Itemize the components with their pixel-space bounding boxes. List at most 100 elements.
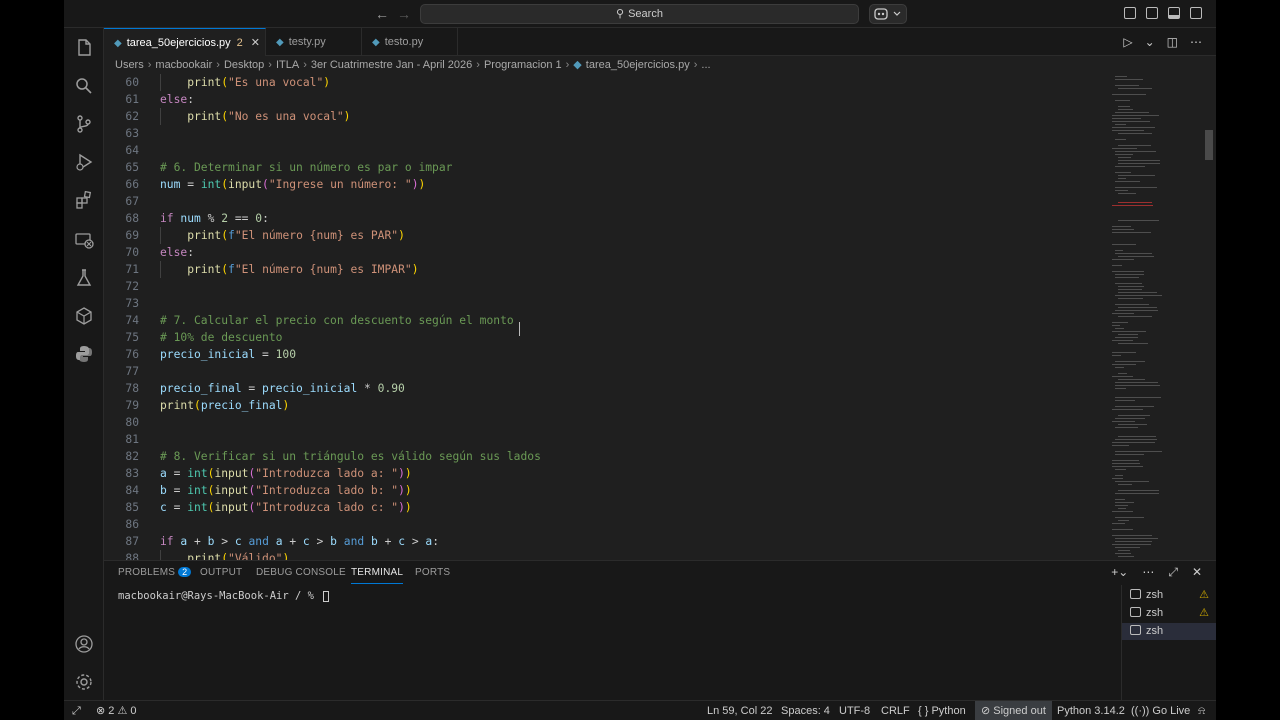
split-editor-icon[interactable]: ◫ — [1167, 35, 1178, 49]
minimap-line — [1115, 451, 1162, 452]
minimap-line — [1112, 463, 1140, 464]
editor-actions: ▷ ⌄ ◫ ⋯ — [1123, 35, 1202, 49]
terminal-output[interactable]: macbookair@Rays-MacBook-Air / % — [118, 590, 330, 602]
breadcrumb-item[interactable]: Programacion 1 — [484, 59, 562, 71]
minimap-line — [1115, 172, 1131, 173]
breadcrumb-item[interactable]: Users — [115, 59, 144, 71]
run-python-file-icon[interactable]: ▷ — [1123, 35, 1132, 49]
tab-terminal[interactable]: TERMINAL — [351, 567, 404, 584]
line-number: 87 — [125, 535, 139, 548]
run-debug-icon[interactable] — [72, 150, 96, 174]
back-arrow-icon[interactable]: ← — [375, 6, 389, 22]
minimap-line — [1118, 550, 1130, 551]
close-icon[interactable]: ✕ — [1192, 565, 1202, 580]
line-ending[interactable]: CRLF — [881, 701, 910, 720]
encoding[interactable]: UTF-8 — [839, 701, 870, 720]
code-line: 68 if num % 2 == 0: — [104, 210, 1109, 227]
minimap-line — [1115, 382, 1158, 383]
tab-tarea-50ejercicios[interactable]: ◆ tarea_50ejercicios.py 2 ✕ — [104, 28, 266, 56]
forward-arrow-icon[interactable]: → — [397, 6, 411, 22]
explorer-icon[interactable] — [72, 36, 96, 60]
toggle-secondary-sidebar-icon[interactable] — [1190, 7, 1202, 19]
code-editor[interactable]: 60 print("Es una vocal") 61 else: 62 prin… — [104, 74, 1109, 560]
minimap-line — [1115, 361, 1145, 362]
maximize-panel-icon[interactable]: ⤢ — [1168, 565, 1178, 580]
minimap-line — [1118, 373, 1127, 374]
tab-debug-console[interactable]: DEBUG CONSOLE — [256, 567, 346, 578]
tab-label: testy.py — [288, 36, 326, 48]
go-live-button[interactable]: ((·)) Go Live — [1131, 701, 1190, 720]
extensions-icon[interactable] — [72, 188, 96, 212]
python-interpreter[interactable]: Python 3.14.2 — [1057, 701, 1125, 720]
editor-scrollbar-thumb[interactable] — [1205, 130, 1213, 160]
minimap-line — [1115, 187, 1157, 188]
close-icon[interactable]: ✕ — [251, 37, 260, 49]
minimap-line — [1112, 340, 1133, 341]
line-number: 73 — [125, 297, 139, 310]
manage-gear-icon[interactable] — [72, 670, 96, 694]
copilot-button[interactable] — [869, 4, 907, 24]
testing-flask-icon[interactable] — [72, 266, 96, 290]
line-number: 80 — [125, 416, 139, 429]
tab-ports[interactable]: PORTS — [415, 567, 450, 578]
breadcrumb-item[interactable]: 3er Cuatrimestre Jan - April 2026 — [311, 59, 472, 71]
customize-layout-icon[interactable] — [1124, 7, 1136, 19]
breadcrumb-item[interactable]: macbookair — [155, 59, 212, 71]
tab-testo[interactable]: ◆ testo.py — [362, 28, 458, 56]
terminal-instance[interactable]: zsh ⚠ — [1122, 587, 1216, 604]
problems-status[interactable]: ⊗ 2 ⚠ 0 — [96, 701, 137, 720]
breadcrumb-item[interactable]: ITLA — [276, 59, 299, 71]
minimap[interactable] — [1109, 74, 1209, 560]
line-number: 68 — [125, 212, 139, 225]
cursor-position[interactable]: Ln 59, Col 22 — [707, 701, 772, 720]
breadcrumb-item[interactable]: ... — [701, 59, 710, 71]
minimap-line — [1118, 556, 1134, 557]
minimap-line — [1112, 460, 1139, 461]
tab-output[interactable]: OUTPUT — [200, 567, 242, 578]
minimap-line — [1115, 295, 1162, 296]
minimap-line — [1118, 133, 1152, 134]
more-actions-icon[interactable]: ⋯ — [1190, 35, 1202, 49]
source-control-icon[interactable] — [72, 112, 96, 136]
notifications-bell-icon[interactable]: ⍾ — [1198, 701, 1205, 720]
more-actions-icon[interactable]: ⋯ — [1142, 565, 1154, 580]
minimap-line — [1115, 337, 1138, 338]
problems-count-badge: 2 — [178, 567, 192, 577]
breadcrumb-item[interactable]: Desktop — [224, 59, 264, 71]
vscode-window: ← → ⚲ Search ◆ tarea_50ejercicios.py 2 ✕… — [64, 0, 1216, 720]
line-number: 72 — [125, 280, 139, 293]
remote-indicator-icon[interactable]: ⤢ — [72, 701, 81, 720]
new-terminal-icon[interactable]: +⌄ — [1111, 565, 1128, 580]
search-view-icon[interactable] — [72, 74, 96, 98]
minimap-line — [1118, 490, 1159, 491]
line-number: 79 — [125, 399, 139, 412]
code-line: 61 else: — [104, 91, 1109, 108]
minimap-line — [1118, 298, 1143, 299]
language-label: Python — [931, 705, 966, 717]
tab-problems[interactable]: PROBLEMS 2 — [118, 567, 192, 578]
minimap-line — [1115, 505, 1128, 506]
terminal-instance[interactable]: zsh — [1122, 623, 1216, 640]
account-status[interactable]: ⊘ Signed out — [975, 701, 1052, 720]
code-line: 88 print("Válido") — [104, 550, 1109, 560]
terminal-name: zsh — [1146, 589, 1164, 601]
breadcrumb-item[interactable]: tarea_50ejercicios.py — [586, 59, 690, 71]
terminal-instance[interactable]: zsh ⚠ — [1122, 605, 1216, 622]
line-number: 77 — [125, 365, 139, 378]
python-icon[interactable] — [72, 342, 96, 366]
terminal-icon — [1130, 607, 1141, 617]
accounts-icon[interactable] — [72, 632, 96, 656]
tab-testy[interactable]: ◆ testy.py — [266, 28, 362, 56]
indentation[interactable]: Spaces: 4 — [781, 701, 830, 720]
containers-icon[interactable] — [72, 304, 96, 328]
chevron-down-icon[interactable]: ⌄ — [1145, 35, 1155, 49]
command-center-search[interactable]: ⚲ Search — [420, 4, 859, 24]
remote-explorer-icon[interactable] — [72, 228, 96, 252]
bottom-panel: PROBLEMS 2 OUTPUT DEBUG CONSOLE TERMINAL … — [104, 560, 1216, 701]
search-label: Search — [628, 8, 663, 20]
terminal-name: zsh — [1146, 625, 1164, 637]
toggle-panel-icon[interactable] — [1168, 7, 1180, 19]
toggle-primary-sidebar-icon[interactable] — [1146, 7, 1158, 19]
language-mode[interactable]: { } Python — [918, 701, 966, 720]
minimap-line — [1115, 85, 1139, 86]
